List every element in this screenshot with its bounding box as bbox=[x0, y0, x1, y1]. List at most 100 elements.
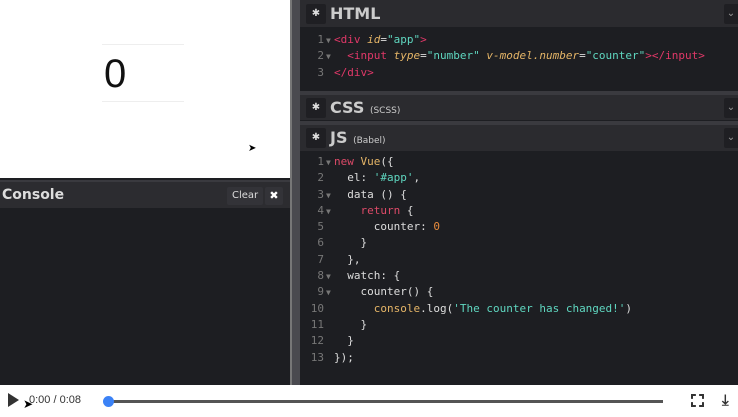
console-header: Console Clear ✖ bbox=[0, 180, 290, 208]
js-panel-title: JS bbox=[330, 128, 348, 147]
preview-pane: 0 ➤ bbox=[0, 0, 290, 178]
js-code-editor[interactable]: 1 ▼ new Vue({2 el: '#app', 3 ▼ data () {4 ▼ r… bbox=[300, 154, 738, 385]
code-line: 7 }, bbox=[300, 252, 738, 268]
code-token: ></input> bbox=[645, 49, 705, 63]
code-token: = bbox=[579, 49, 586, 63]
console-close-button[interactable]: ✖ bbox=[265, 187, 283, 205]
chevron-down-icon[interactable]: ⌄ bbox=[724, 98, 738, 118]
code-token: </div> bbox=[334, 65, 374, 79]
fold-arrow-icon[interactable]: ▼ bbox=[326, 269, 334, 285]
counter-input[interactable]: 0 bbox=[102, 44, 184, 102]
css-panel-preprocessor: (SCSS) bbox=[369, 106, 401, 116]
fullscreen-icon[interactable] bbox=[691, 394, 704, 407]
line-number: 2 bbox=[317, 49, 324, 63]
line-number: 1 bbox=[317, 33, 324, 46]
fold-arrow-icon[interactable]: ▼ bbox=[326, 155, 334, 171]
line-number: 3 bbox=[317, 187, 324, 201]
play-icon[interactable] bbox=[8, 393, 19, 407]
js-panel-preprocessor: (Babel) bbox=[353, 136, 386, 146]
code-token: counter: bbox=[334, 220, 434, 234]
console-clear-button[interactable]: Clear bbox=[227, 187, 264, 205]
line-number: 12 bbox=[310, 334, 324, 348]
code-line: 6 } bbox=[300, 235, 738, 251]
html-panel-header: ✱ HTML ⌄ bbox=[300, 0, 738, 28]
code-token: } bbox=[334, 317, 368, 331]
code-token: = bbox=[420, 49, 427, 63]
code-token: ) bbox=[625, 301, 633, 315]
code-token: "app" bbox=[387, 33, 421, 46]
code-token: v-model.number bbox=[486, 49, 580, 63]
video-seek-bar[interactable] bbox=[108, 400, 663, 403]
gear-icon[interactable]: ✱ bbox=[306, 128, 326, 148]
line-number: 7 bbox=[317, 252, 324, 266]
chevron-down-icon[interactable]: ⌄ bbox=[724, 4, 738, 24]
line-number: 1 bbox=[317, 155, 324, 168]
code-token: id bbox=[367, 33, 381, 46]
code-line: 2 el: '#app', bbox=[300, 170, 738, 186]
line-number: 3 bbox=[317, 65, 324, 79]
code-line: 1 ▼ <div id="app"> bbox=[300, 32, 738, 48]
code-line: 1 ▼ new Vue({ bbox=[300, 154, 738, 170]
code-line: 3 ▼ data () { bbox=[300, 187, 738, 203]
code-line: 4 ▼ return { bbox=[300, 203, 738, 219]
code-token: 'The counter has changed!' bbox=[453, 301, 626, 315]
code-token: > bbox=[420, 33, 427, 46]
code-token: el: bbox=[334, 171, 374, 185]
fold-arrow-icon[interactable]: ▼ bbox=[326, 188, 334, 204]
download-icon[interactable]: ⤓ bbox=[722, 391, 729, 409]
code-line: 8 ▼ watch: { bbox=[300, 268, 738, 284]
code-token: "number" bbox=[426, 49, 487, 63]
fold-arrow-icon[interactable]: ▼ bbox=[326, 33, 334, 49]
fold-arrow-icon[interactable]: ▼ bbox=[326, 49, 334, 65]
code-token: Vue bbox=[360, 155, 381, 168]
code-token: new bbox=[334, 155, 361, 168]
code-token: .log( bbox=[420, 301, 454, 315]
gear-icon[interactable]: ✱ bbox=[306, 4, 326, 24]
code-line: 3 </div> bbox=[300, 65, 738, 81]
code-token: <input bbox=[334, 49, 394, 63]
code-token: '#app' bbox=[373, 171, 414, 185]
code-token: console bbox=[373, 301, 421, 315]
html-panel-title: HTML bbox=[330, 4, 381, 23]
mouse-cursor-icon: ➤ bbox=[23, 397, 34, 411]
line-number: 8 bbox=[317, 269, 324, 283]
code-token: } bbox=[334, 334, 354, 348]
code-token: "counter" bbox=[585, 49, 646, 63]
chevron-down-icon[interactable]: ⌄ bbox=[724, 128, 738, 148]
line-number: 5 bbox=[317, 220, 324, 234]
code-token: return bbox=[334, 203, 407, 217]
fold-arrow-icon[interactable]: ▼ bbox=[326, 204, 334, 220]
code-token: , bbox=[413, 171, 421, 185]
css-panel-title: CSS bbox=[330, 98, 365, 117]
code-token: }); bbox=[334, 350, 354, 364]
html-code-editor[interactable]: 1 ▼ <div id="app"> 2 ▼ <input type="number" … bbox=[300, 30, 738, 92]
line-number: 13 bbox=[310, 350, 324, 364]
line-number: 2 bbox=[317, 171, 324, 185]
code-line: 11 } bbox=[300, 317, 738, 333]
code-token: }, bbox=[334, 252, 361, 266]
code-token: <div bbox=[334, 33, 368, 46]
code-token: data () { bbox=[334, 187, 407, 201]
code-token: = bbox=[380, 33, 387, 46]
video-controls: 0:00 / 0:08 ➤ ⤓ bbox=[0, 385, 738, 417]
fold-arrow-icon[interactable]: ▼ bbox=[326, 285, 334, 301]
css-panel-header: ✱ CSS (SCSS) ⌄ bbox=[300, 95, 738, 121]
video-time: 0:00 / 0:08 bbox=[29, 394, 81, 406]
code-line: 12 } bbox=[300, 333, 738, 349]
line-number: 11 bbox=[310, 317, 324, 331]
pane-resize-handle[interactable] bbox=[290, 0, 300, 385]
code-line: 10 console.log('The counter has changed!… bbox=[300, 301, 738, 317]
editor-pane: ✱ HTML ⌄ 1 ▼ <div id="app"> 2 ▼ <input type=… bbox=[300, 0, 738, 385]
code-line: 2 ▼ <input type="number" v-model.number="… bbox=[300, 48, 738, 64]
gear-icon[interactable]: ✱ bbox=[306, 98, 326, 118]
video-seek-thumb[interactable] bbox=[103, 396, 114, 407]
